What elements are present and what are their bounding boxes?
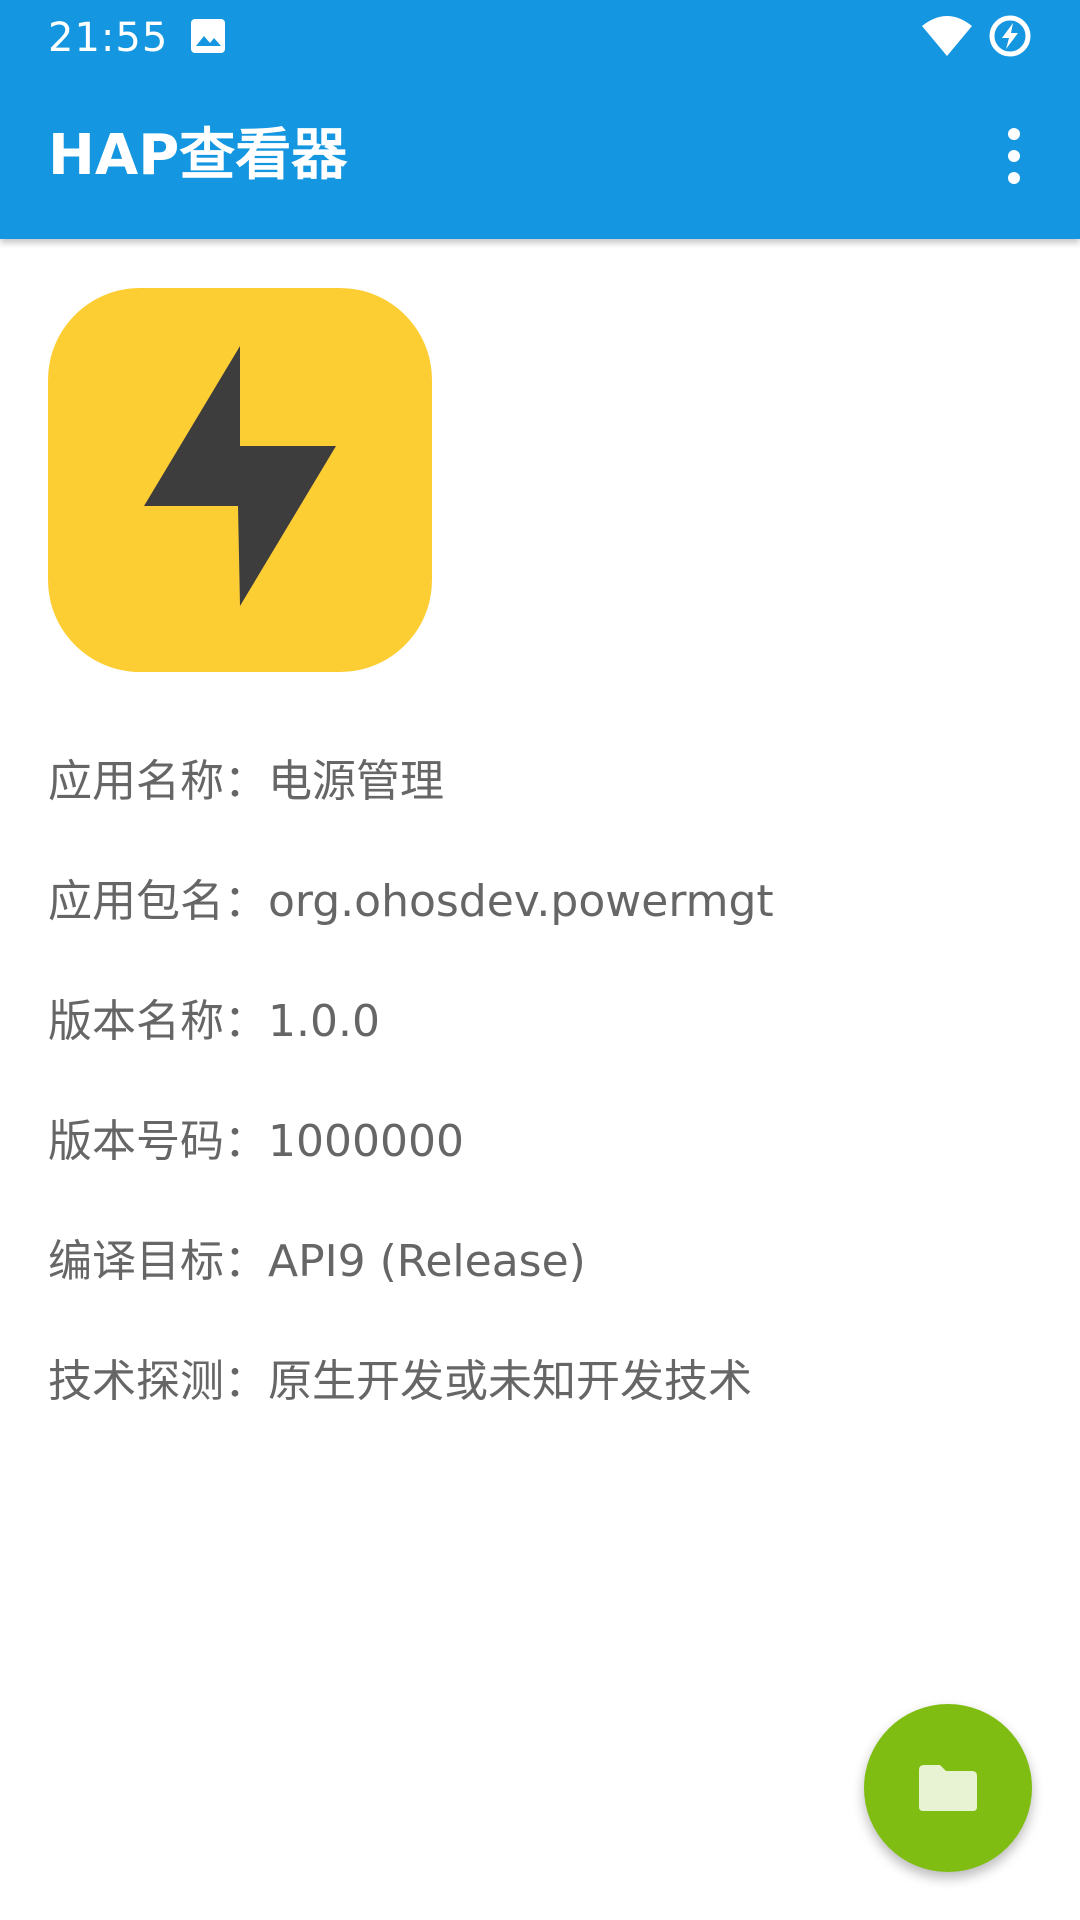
info-value: 1000000 [268,1116,464,1167]
info-row-compile-target: 编译目标：API9 (Release) [48,1202,1038,1322]
wifi-icon [922,16,972,56]
info-label: 版本号码： [48,1116,268,1167]
info-row-tech-detection: 技术探测：原生开发或未知开发技术 [48,1322,1038,1442]
info-row-version-code: 版本号码：1000000 [48,1082,1038,1202]
app-bar: 21:55 HAP查看器 [0,0,1080,239]
info-value: 原生开发或未知开发技术 [268,1356,752,1407]
battery-charging-icon [989,15,1031,57]
folder-icon [919,1765,977,1811]
info-label: 应用包名： [48,876,268,927]
info-value: 电源管理 [268,756,444,807]
info-row-version-name: 版本名称：1.0.0 [48,962,1038,1082]
info-row-app-name: 应用名称：电源管理 [48,722,1038,842]
info-value: 1.0.0 [268,996,380,1047]
info-label: 编译目标： [48,1236,268,1287]
app-info-list: 应用名称：电源管理 应用包名：org.ohosdev.powermgt 版本名称… [48,722,1038,1442]
lightning-bolt-icon [48,288,432,672]
open-file-button[interactable] [864,1704,1032,1872]
info-label: 应用名称： [48,756,268,807]
info-value: API9 (Release) [268,1236,586,1287]
info-label: 版本名称： [48,996,268,1047]
info-label: 技术探测： [48,1356,268,1407]
more-vert-icon[interactable] [994,124,1034,188]
app-title: HAP查看器 [48,123,348,188]
status-time: 21:55 [48,15,169,61]
gallery-icon [191,19,225,53]
info-row-package-name: 应用包名：org.ohosdev.powermgt [48,842,1038,962]
info-value: org.ohosdev.powermgt [268,876,774,927]
